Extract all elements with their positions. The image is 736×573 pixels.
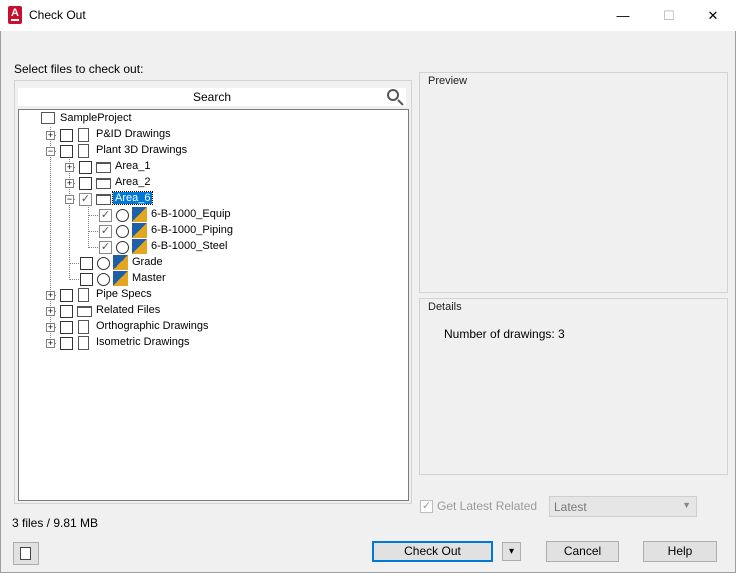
dwg-file-icon xyxy=(132,207,147,222)
get-latest-related-checkbox[interactable]: ✓ xyxy=(420,500,433,513)
instructions-label: Select files to check out: xyxy=(14,62,144,76)
tree-node-label: 6-B-1000_Piping xyxy=(151,224,233,236)
details-title: Details xyxy=(428,301,462,313)
project-tree[interactable]: SampleProject + P&ID Drawings − Plant 3D… xyxy=(18,109,409,501)
search-input[interactable]: Search xyxy=(18,88,406,106)
history-button[interactable] xyxy=(13,542,39,565)
expand-icon[interactable]: + xyxy=(65,179,74,188)
checkbox-checked[interactable]: ✓ xyxy=(99,209,112,222)
collapse-icon[interactable]: − xyxy=(46,147,55,156)
tree-node-label: Area_1 xyxy=(115,160,151,172)
checkbox-checked[interactable]: ✓ xyxy=(99,241,112,254)
project-icon xyxy=(41,112,55,124)
details-panel xyxy=(419,298,728,475)
collapse-icon[interactable]: − xyxy=(65,195,74,204)
tree-node-steel[interactable]: ✓ 6-B-1000_Steel xyxy=(19,239,399,255)
preview-title: Preview xyxy=(428,75,468,87)
checkbox[interactable] xyxy=(79,161,92,174)
tree-node-label: Related Files xyxy=(96,304,161,316)
folder-icon xyxy=(77,306,92,317)
expand-icon[interactable]: + xyxy=(65,163,74,172)
tree-node-pid-drawings[interactable]: + P&ID Drawings xyxy=(19,127,399,143)
dwg-file-icon xyxy=(113,255,128,270)
tree-node-label: Grade xyxy=(132,256,163,268)
tree-node-label: 6-B-1000_Equip xyxy=(151,208,231,220)
autocad-app-icon: A xyxy=(8,6,22,24)
tree-node-label: Master xyxy=(132,272,166,284)
tree-node-area-1[interactable]: + Area_1 xyxy=(19,159,399,175)
tree-node-grade[interactable]: Grade xyxy=(19,255,399,271)
dwg-file-icon xyxy=(113,271,128,286)
tree-node-label: Area_6 xyxy=(111,191,154,205)
expand-icon[interactable]: + xyxy=(46,291,55,300)
expand-icon[interactable]: + xyxy=(46,131,55,140)
minimize-button[interactable]: — xyxy=(600,0,646,31)
chevron-down-icon: ▼ xyxy=(682,500,691,510)
checkbox-checked[interactable]: ✓ xyxy=(99,225,112,238)
checkbox[interactable] xyxy=(60,145,73,158)
tree-node-label: Area_2 xyxy=(115,176,151,188)
plant3d-drawing-icon xyxy=(78,144,89,158)
folder-icon xyxy=(96,194,111,205)
tree-node-piping[interactable]: ✓ 6-B-1000_Piping xyxy=(19,223,399,239)
checkbox[interactable] xyxy=(60,321,73,334)
tree-node-pipe-specs[interactable]: + Pipe Specs xyxy=(19,287,399,303)
status-radio xyxy=(97,273,110,286)
tree-node-label: SampleProject xyxy=(60,112,132,124)
tree-node-label: Isometric Drawings xyxy=(96,336,190,348)
status-radio xyxy=(116,225,129,238)
version-select[interactable]: Latest ▼ xyxy=(549,496,697,517)
tree-node-label: 6-B-1000_Steel xyxy=(151,240,228,252)
status-radio xyxy=(97,257,110,270)
status-text: 3 files / 9.81 MB xyxy=(12,516,99,530)
tree-node-label: P&ID Drawings xyxy=(96,128,171,140)
window-border-left xyxy=(0,31,1,573)
tree-node-area-2[interactable]: + Area_2 xyxy=(19,175,399,191)
expand-icon[interactable]: + xyxy=(46,323,55,332)
checkbox[interactable] xyxy=(80,273,93,286)
preview-panel xyxy=(419,72,728,293)
cancel-button[interactable]: Cancel xyxy=(546,541,619,562)
checkbox[interactable] xyxy=(60,305,73,318)
version-select-value: Latest xyxy=(554,500,587,514)
folder-icon xyxy=(96,178,111,189)
tree-node-label: Pipe Specs xyxy=(96,288,152,300)
tree-node-orthographic-drawings[interactable]: + Orthographic Drawings xyxy=(19,319,399,335)
tree-node-plant3d-drawings[interactable]: − Plant 3D Drawings xyxy=(19,143,399,159)
tree-node-master[interactable]: Master xyxy=(19,271,399,287)
status-radio xyxy=(116,209,129,222)
checkbox[interactable] xyxy=(80,257,93,270)
iso-drawing-icon xyxy=(78,336,89,350)
pid-drawing-icon xyxy=(78,128,89,142)
folder-icon xyxy=(96,162,111,173)
tree-node-equip[interactable]: ✓ 6-B-1000_Equip xyxy=(19,207,399,223)
expand-icon[interactable]: + xyxy=(46,339,55,348)
get-latest-related-label: Get Latest Related xyxy=(437,499,538,513)
tree-node-related-files[interactable]: + Related Files xyxy=(19,303,399,319)
help-button[interactable]: Help xyxy=(643,541,717,562)
check-out-options-button[interactable]: ▾ xyxy=(502,542,521,561)
status-radio xyxy=(116,241,129,254)
dwg-file-icon xyxy=(132,239,147,254)
checkbox-checked[interactable]: ✓ xyxy=(79,193,92,206)
drawings-count-text: Number of drawings: 3 xyxy=(444,327,565,341)
pipe-spec-icon xyxy=(78,288,89,302)
checkbox[interactable] xyxy=(60,289,73,302)
expand-icon[interactable]: + xyxy=(46,307,55,316)
tree-node-label: Orthographic Drawings xyxy=(96,320,209,332)
checkbox[interactable] xyxy=(79,177,92,190)
checkbox[interactable] xyxy=(60,337,73,350)
tree-node-label: Plant 3D Drawings xyxy=(96,144,188,156)
tree-node-isometric-drawings[interactable]: + Isometric Drawings xyxy=(19,335,399,351)
history-icon xyxy=(20,547,31,560)
tree-node-area-6[interactable]: − ✓ Area_6 xyxy=(19,191,399,207)
ortho-drawing-icon xyxy=(78,320,89,334)
close-button[interactable]: ✕ xyxy=(690,0,736,31)
window-title: Check Out xyxy=(29,8,86,22)
tree-node-root[interactable]: SampleProject xyxy=(19,111,399,127)
dwg-file-icon xyxy=(132,223,147,238)
check-out-button[interactable]: Check Out xyxy=(372,541,493,562)
checkbox[interactable] xyxy=(60,129,73,142)
maximize-button: ☐ xyxy=(663,8,675,23)
